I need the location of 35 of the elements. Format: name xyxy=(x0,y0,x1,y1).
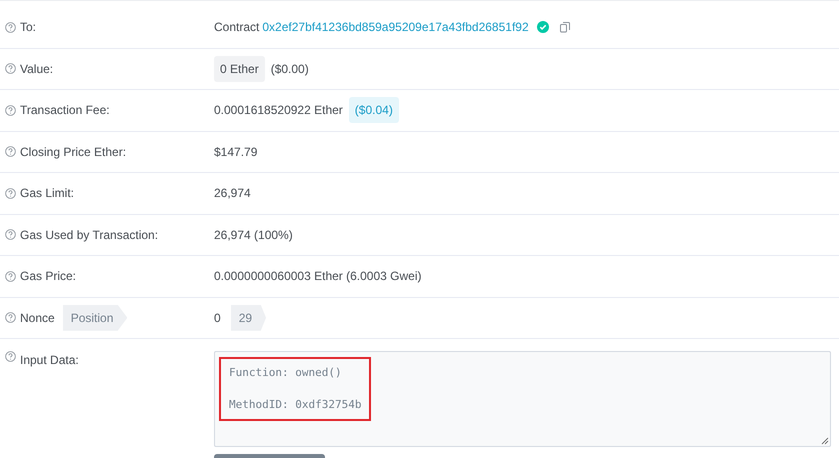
field-label: Transaction Fee: xyxy=(20,102,110,120)
help-icon[interactable] xyxy=(5,63,16,74)
field-label: Gas Limit: xyxy=(20,185,74,202)
position-tag: Position xyxy=(62,304,128,331)
resize-handle-icon[interactable] xyxy=(821,437,829,445)
field-label: Nonce xyxy=(20,310,55,327)
copy-icon[interactable] xyxy=(558,21,571,34)
value-badge: 0 Ether xyxy=(214,56,265,82)
contract-label: Contract xyxy=(214,19,260,36)
field-value: 26,974 xyxy=(214,185,251,202)
help-icon[interactable] xyxy=(5,351,16,362)
help-icon[interactable] xyxy=(5,188,16,199)
field-label: Gas Price: xyxy=(20,268,76,286)
field-label: To: xyxy=(20,19,36,36)
field-value: 0 xyxy=(214,310,221,327)
field-value: 26,974 (100%) xyxy=(214,226,293,244)
help-icon[interactable] xyxy=(5,229,16,240)
field-value: $147.79 xyxy=(214,144,258,161)
field-value: ($0.00) xyxy=(270,60,309,78)
field-label: Closing Price Ether: xyxy=(20,144,126,161)
field-label: Value: xyxy=(20,60,54,78)
code-line: MethodID: 0xdf32754b xyxy=(229,397,362,413)
field-label: Gas Used by Transaction: xyxy=(20,226,158,244)
position-value: 29 xyxy=(230,304,266,331)
code-line: Function: owned() xyxy=(229,365,343,381)
help-icon[interactable] xyxy=(5,104,16,116)
usd-badge: ($0.04) xyxy=(348,97,399,124)
address-link[interactable]: 0x2ef27bf41236bd859a95209e17a43fbd26851f92 xyxy=(262,18,529,36)
field-value: 0.0000000060003 Ether (6.0003 Gwei) xyxy=(214,268,422,286)
help-icon[interactable] xyxy=(5,312,16,324)
field-label: Input Data: xyxy=(20,352,79,369)
field-value: 0.0001618520922 Ether xyxy=(214,102,343,120)
help-icon[interactable] xyxy=(5,146,16,158)
help-icon[interactable] xyxy=(5,270,16,282)
help-icon[interactable] xyxy=(5,22,16,33)
